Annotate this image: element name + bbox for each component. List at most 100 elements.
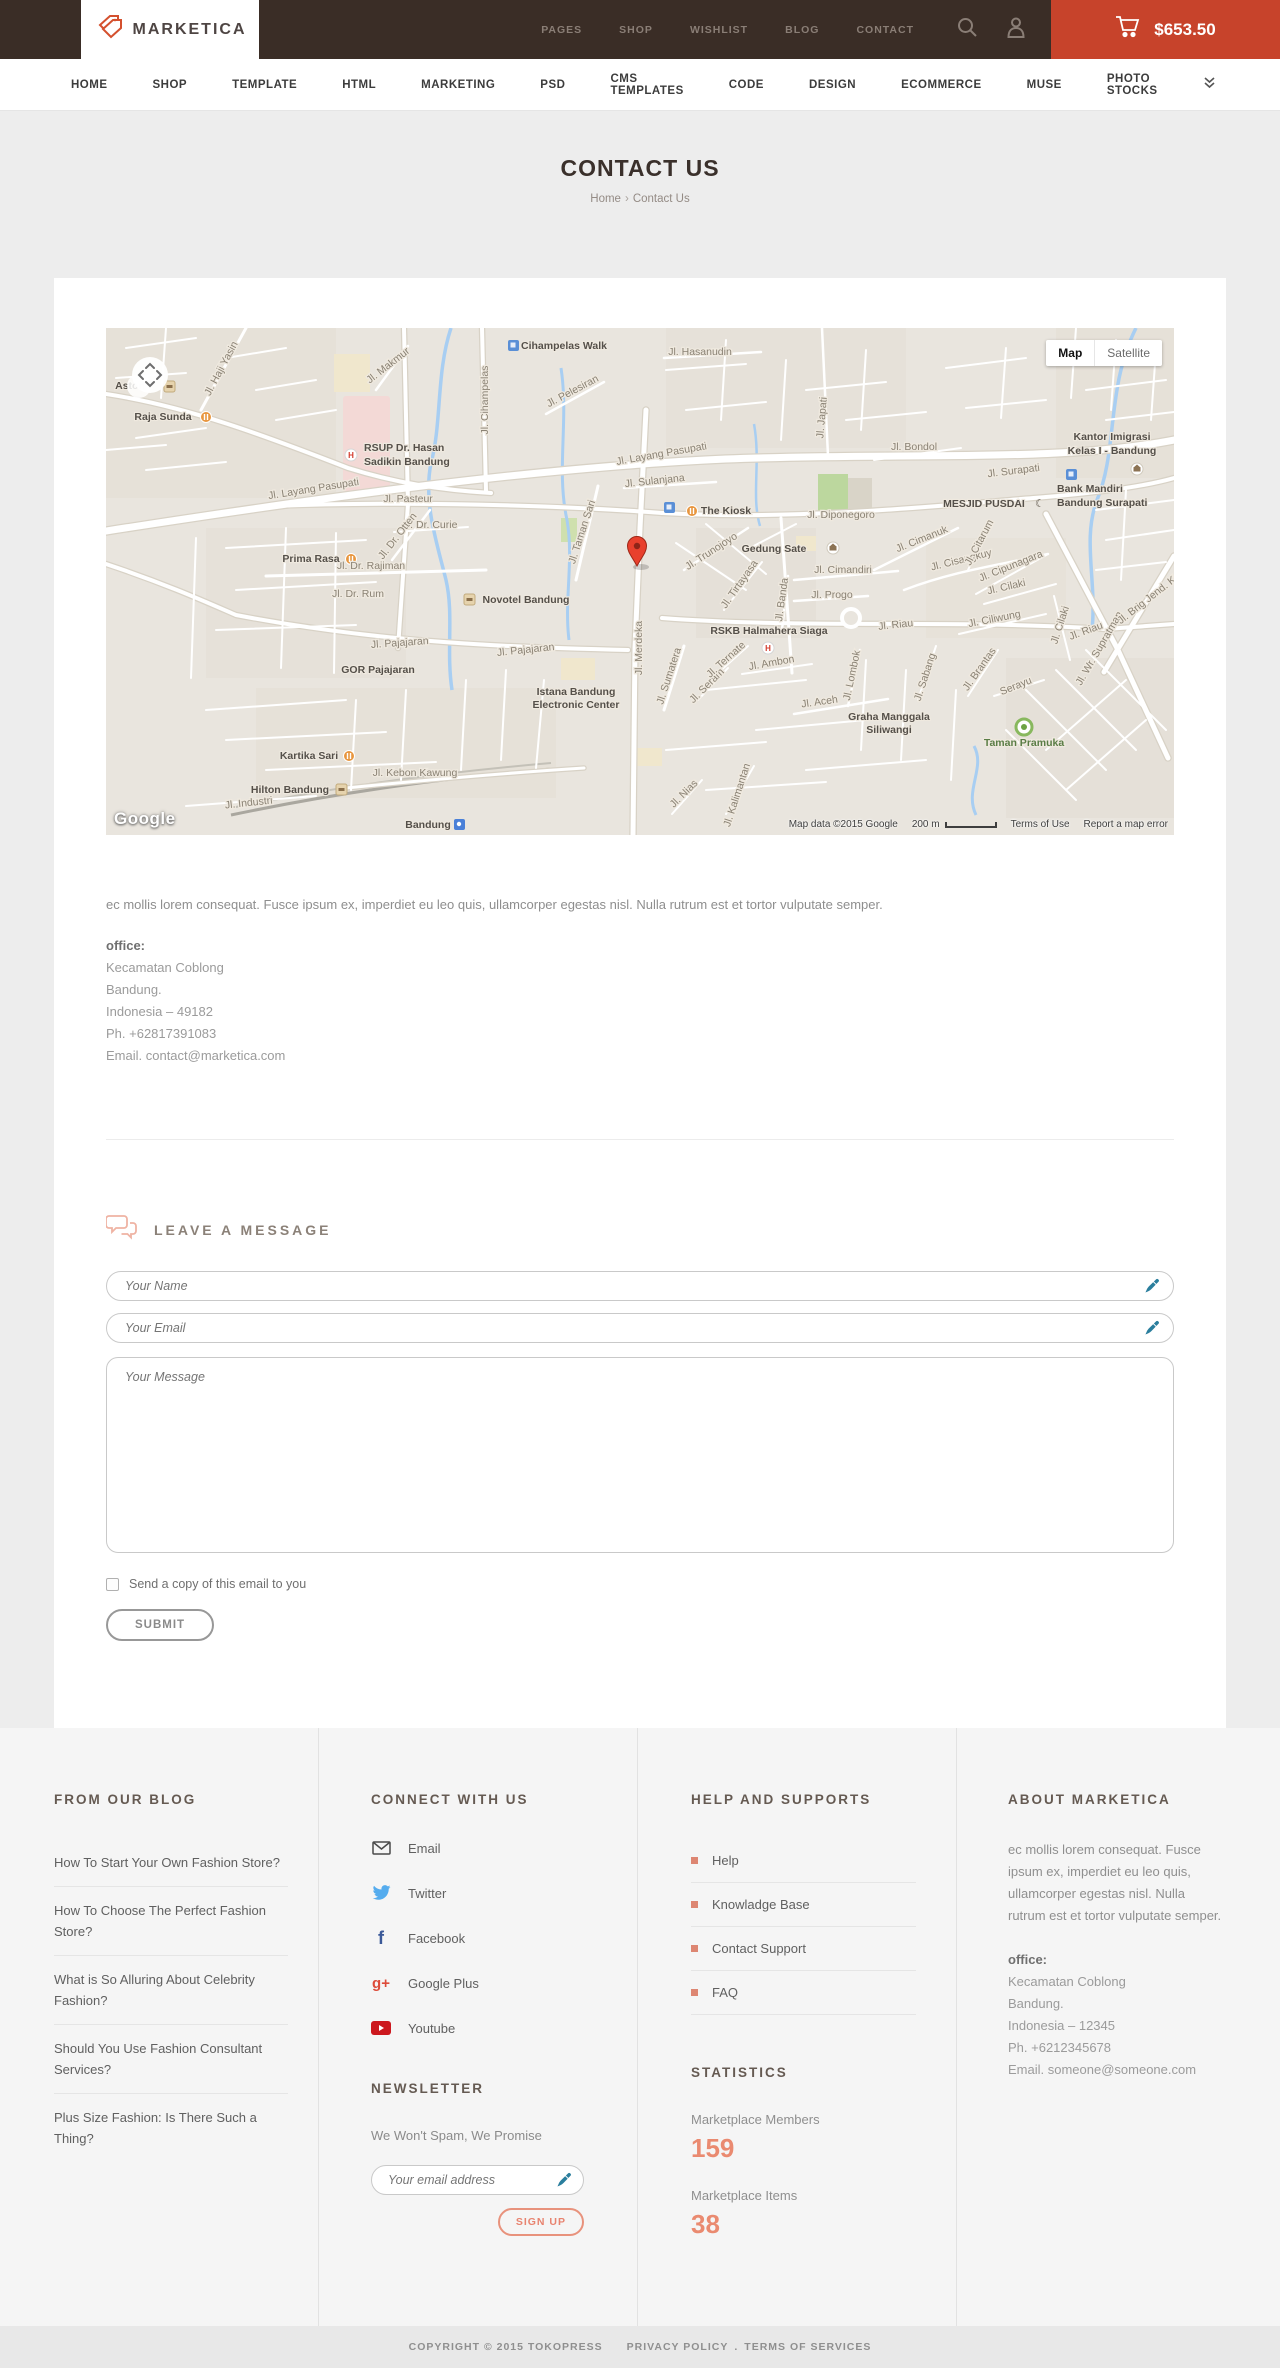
connect-email[interactable]: Email <box>371 1839 597 1857</box>
connect-label: Twitter <box>408 1885 447 1901</box>
blog-post-anchor[interactable]: How To Choose The Perfect Fashion Store? <box>54 1903 266 1939</box>
map-label: Kelas I - Bandung <box>1068 445 1157 457</box>
map-label: Jl. Hasanudin <box>668 346 732 358</box>
nav-item-home[interactable]: HOME <box>71 79 108 91</box>
map-pan-control[interactable] <box>132 357 168 393</box>
user-icon[interactable] <box>1006 16 1026 43</box>
report-map-error-link[interactable]: Report a map error <box>1084 819 1168 830</box>
blog-post-link[interactable]: How To Start Your Own Fashion Store? <box>54 1839 288 1887</box>
connect-youtube[interactable]: Youtube <box>371 2019 597 2037</box>
footer: FROM OUR BLOG How To Start Your Own Fash… <box>0 1728 1280 2326</box>
map-label: Siliwangi <box>866 724 912 736</box>
map-label: Hilton Bandung <box>251 784 329 796</box>
email-input[interactable] <box>106 1313 1174 1343</box>
blog-post-link[interactable]: Should You Use Fashion Consultant Servic… <box>54 2025 288 2094</box>
newsletter-email-input[interactable] <box>371 2165 584 2195</box>
blog-post-anchor[interactable]: Plus Size Fashion: Is There Such a Thing… <box>54 2110 257 2146</box>
stat-label: Marketplace Members <box>691 2112 820 2127</box>
submit-button[interactable]: SUBMIT <box>106 1609 215 1641</box>
brand-logo[interactable]: MARKETICA <box>81 0 259 59</box>
newsletter-heading: NEWSLETTER <box>371 2081 484 2096</box>
help-label: FAQ <box>712 1985 739 2000</box>
breadcrumb: Home › Contact Us <box>590 193 690 205</box>
map-label: RSUP Dr. Hasan <box>364 442 444 454</box>
blog-post-anchor[interactable]: Should You Use Fashion Consultant Servic… <box>54 2041 262 2077</box>
nav-item-marketing[interactable]: MARKETING <box>421 79 495 91</box>
nav-item-photo-stocks[interactable]: PHOTO STOCKS <box>1107 73 1158 97</box>
office-line: Bandung. <box>106 982 162 997</box>
connect-google-plus[interactable]: g+ Google Plus <box>371 1974 597 1992</box>
cart-button[interactable]: $653.50 <box>1051 0 1280 59</box>
map-scale: 200 m <box>912 819 997 830</box>
tag-icon <box>94 12 124 47</box>
about-office-line: Bandung. <box>1008 1996 1064 2011</box>
terms-of-use-link[interactable]: Terms of Use <box>1011 819 1070 830</box>
about-office-line: Indonesia – 12345 <box>1008 2018 1115 2033</box>
map-data-credit: Map data ©2015 Google <box>788 819 898 830</box>
name-input[interactable] <box>106 1271 1174 1301</box>
help-link-contact-support[interactable]: Contact Support <box>691 1927 916 1971</box>
map-label: Cihampelas Walk <box>521 340 607 352</box>
search-icon[interactable] <box>956 16 978 43</box>
blog-post-link[interactable]: What is So Alluring About Celebrity Fash… <box>54 1956 288 2025</box>
blog-post-anchor[interactable]: What is So Alluring About Celebrity Fash… <box>54 1972 255 2008</box>
nav-item-shop[interactable]: SHOP <box>153 79 188 91</box>
map-view-button[interactable]: Map <box>1046 340 1096 366</box>
bank-map-icon <box>664 502 675 513</box>
header-nav-contact[interactable]: CONTACT <box>856 24 914 36</box>
breadcrumb-home-link[interactable]: Home <box>590 193 621 205</box>
header-nav-wishlist[interactable]: WISHLIST <box>690 24 748 36</box>
square-bullet-icon <box>691 1857 698 1864</box>
help-link-help[interactable]: Help <box>691 1839 916 1883</box>
terms-of-services-link[interactable]: TERMS OF SERVICES <box>744 2341 871 2353</box>
connect-twitter[interactable]: Twitter <box>371 1884 597 1902</box>
office-line: Kecamatan Coblong <box>106 960 224 975</box>
office-line: Email. contact@marketica.com <box>106 1048 286 1063</box>
newsletter-tagline: We Won't Spam, We Promise <box>371 2128 542 2143</box>
chevron-double-down-icon[interactable] <box>1203 76 1216 94</box>
page-hero: CONTACT US Home › Contact Us <box>0 111 1280 278</box>
nav-item-muse[interactable]: MUSE <box>1027 79 1062 91</box>
nav-item-ecommerce[interactable]: ECOMMERCE <box>901 79 982 91</box>
about-heading: ABOUT MARKETICA <box>1008 1792 1171 1807</box>
svg-text:H: H <box>348 451 354 460</box>
nav-item-code[interactable]: CODE <box>729 79 764 91</box>
blog-post-link[interactable]: Plus Size Fashion: Is There Such a Thing… <box>54 2094 288 2162</box>
nav-item-psd[interactable]: PSD <box>540 79 565 91</box>
send-copy-checkbox[interactable] <box>106 1577 119 1591</box>
nav-item-template[interactable]: TEMPLATE <box>232 79 297 91</box>
header-nav: PAGES SHOP WISHLIST BLOG CONTACT <box>541 24 914 36</box>
nav-item-html[interactable]: HTML <box>342 79 376 91</box>
footer-help-column: HELP AND SUPPORTS Help Knowladge Base Cont… <box>638 1728 957 2326</box>
nav-item-design[interactable]: DESIGN <box>809 79 856 91</box>
header-nav-blog[interactable]: BLOG <box>785 24 819 36</box>
help-link-knowladge-base[interactable]: Knowladge Base <box>691 1883 916 1927</box>
signup-button[interactable]: SIGN UP <box>497 2208 584 2236</box>
mall-map-icon <box>508 340 519 351</box>
message-textarea[interactable] <box>106 1357 1174 1553</box>
header-nav-shop[interactable]: SHOP <box>619 24 653 36</box>
map-label: Raja Sunda <box>134 411 191 423</box>
twitter-icon <box>371 1884 391 1902</box>
help-link-faq[interactable]: FAQ <box>691 1971 916 2015</box>
nav-item-cms-templates[interactable]: CMS TEMPLATES <box>610 73 683 97</box>
connect-facebook[interactable]: f Facebook <box>371 1928 597 1948</box>
map-label: Kartika Sari <box>280 750 338 762</box>
about-office-heading: office: <box>1008 1952 1047 1967</box>
map-label: MESJID PUSDAI <box>943 498 1025 510</box>
cart-icon <box>1115 15 1141 44</box>
copyright-text: COPYRIGHT © 2015 TOKOPRESS <box>408 2341 603 2353</box>
header-nav-pages[interactable]: PAGES <box>541 24 582 36</box>
bottom-bar: COPYRIGHT © 2015 TOKOPRESS PRIVACY POLIC… <box>0 2326 1280 2368</box>
blog-post-link[interactable]: How To Choose The Perfect Fashion Store? <box>54 1887 288 1956</box>
park-map-icon <box>1014 717 1034 737</box>
privacy-policy-link[interactable]: PRIVACY POLICY <box>627 2341 729 2353</box>
rest-map-icon <box>343 750 355 762</box>
satellite-view-button[interactable]: Satellite <box>1095 340 1162 366</box>
blog-post-anchor[interactable]: How To Start Your Own Fashion Store? <box>54 1855 280 1870</box>
breadcrumb-current: Contact Us <box>632 193 690 205</box>
google-map[interactable]: H H ☾ Jl. Haji Yasin Jl. Makmur Jl. Cihampela… <box>106 328 1174 835</box>
statistics-heading: STATISTICS <box>691 2065 788 2080</box>
cart-amount: $653.50 <box>1154 19 1216 39</box>
map-label: GOR Pajajaran <box>341 664 415 676</box>
